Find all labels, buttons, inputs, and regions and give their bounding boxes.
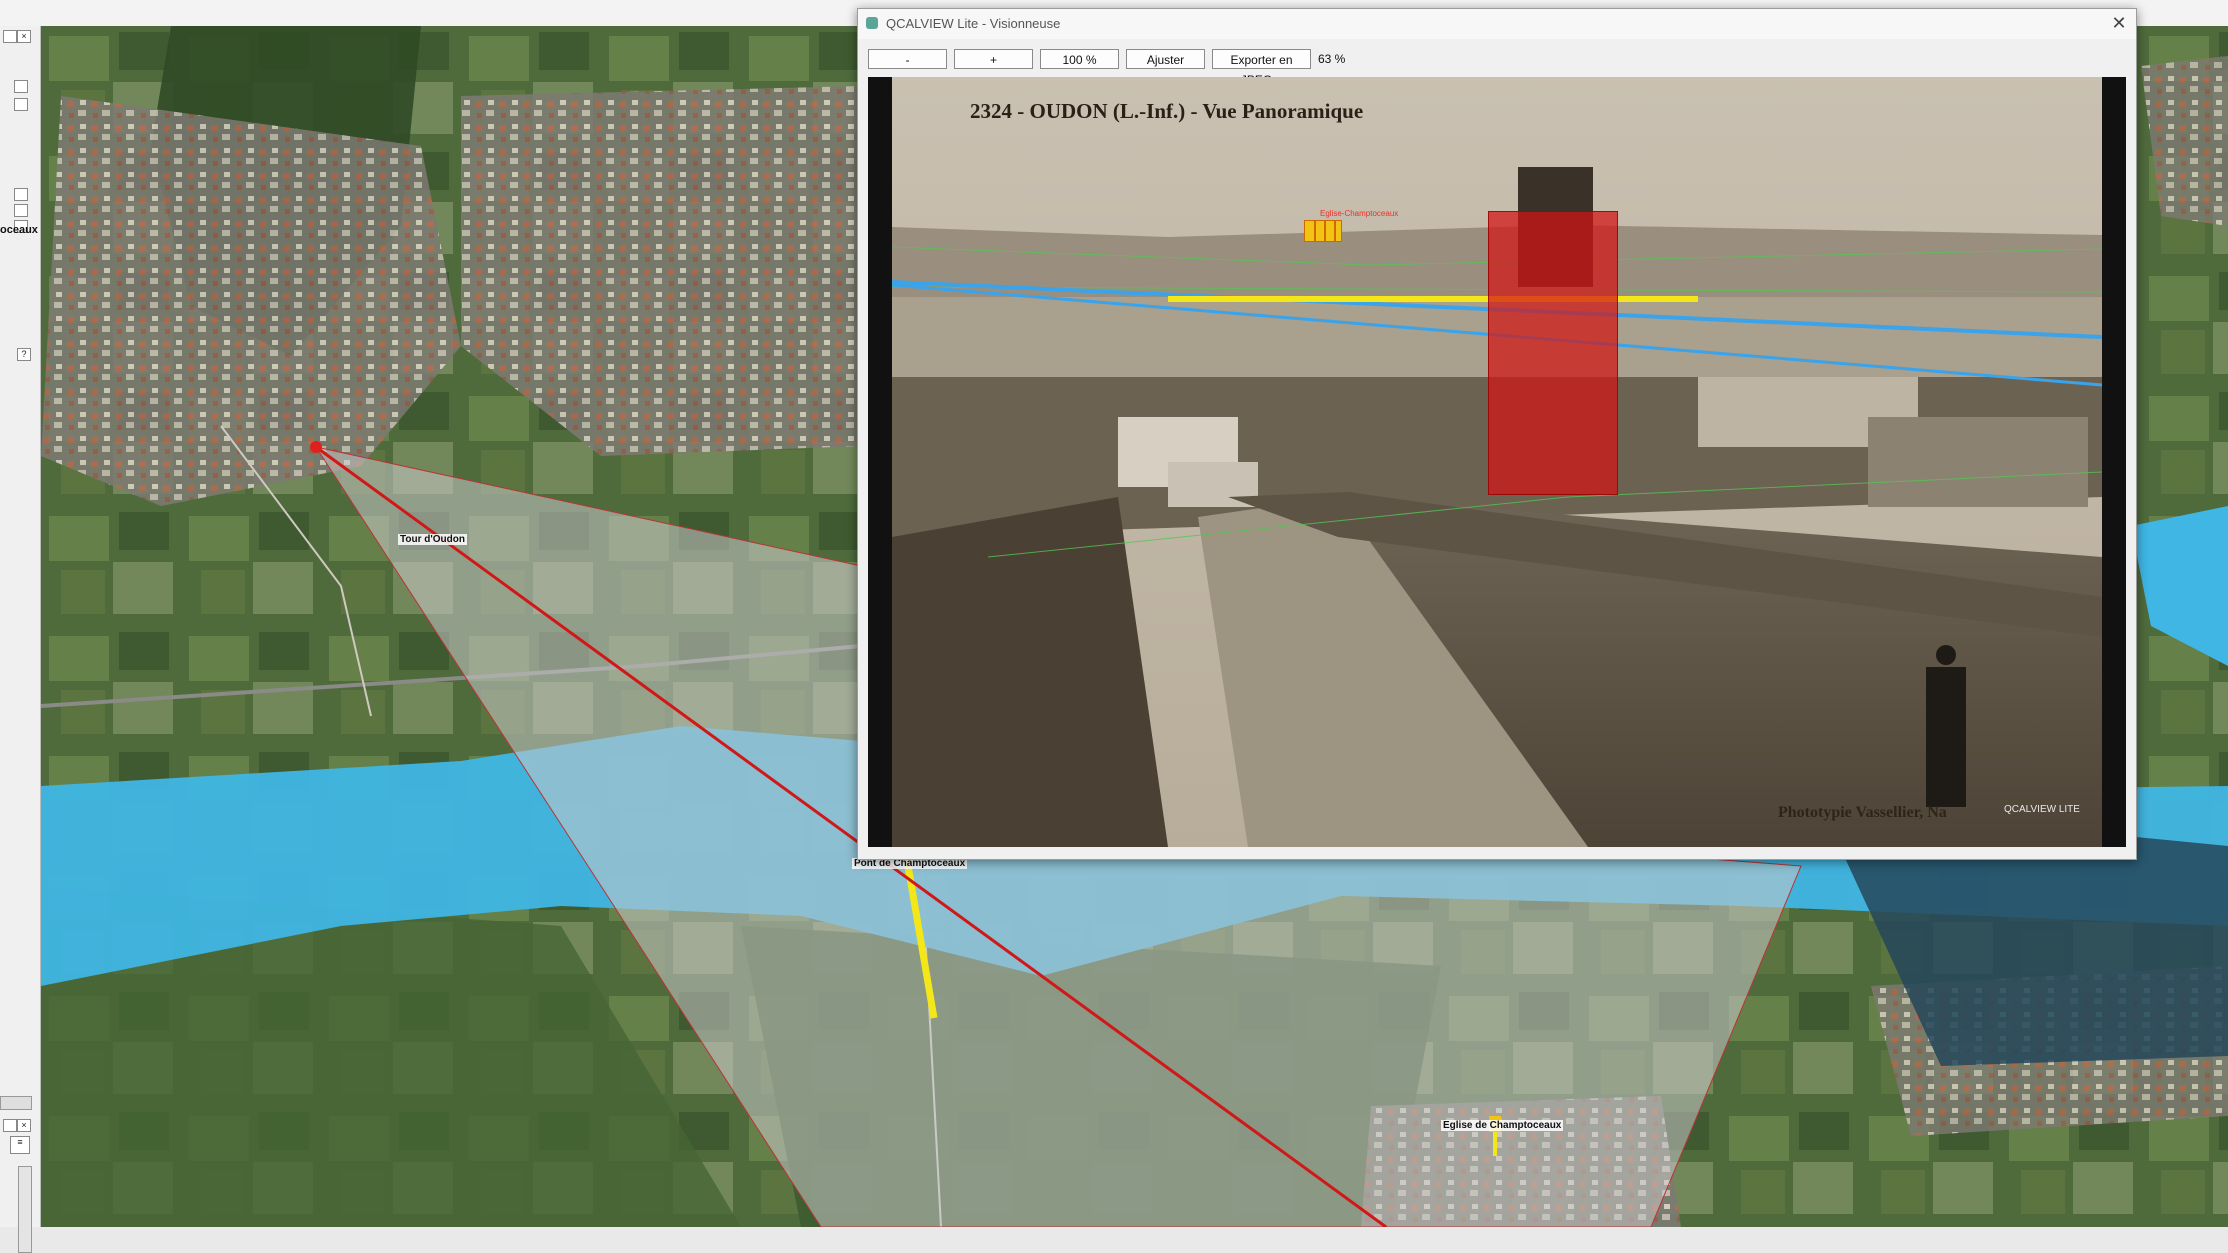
- panel-scrollbar[interactable]: [18, 1166, 32, 1253]
- zoom-in-button[interactable]: +: [954, 49, 1033, 69]
- map-label-eglise: Eglise de Champtoceaux: [1441, 1120, 1564, 1131]
- zoom-out-button[interactable]: -: [868, 49, 947, 69]
- export-jpeg-button[interactable]: Exporter en JPEG...: [1212, 49, 1311, 87]
- church-marker: [1304, 220, 1342, 242]
- layer-icon[interactable]: [14, 98, 28, 111]
- postcard-credit: Phototypie Vassellier, Na: [1778, 804, 1947, 821]
- viewer-title: QCALVIEW Lite - Visionneuse: [886, 16, 1061, 31]
- viewer-titlebar[interactable]: QCALVIEW Lite - Visionneuse ✕: [858, 9, 2136, 39]
- help-icon[interactable]: ?: [17, 348, 31, 361]
- watermark: QCALVIEW LITE: [2004, 804, 2080, 815]
- left-dock-panel: × oceaux ? × ≡: [0, 26, 41, 1253]
- church-label: Eglise-Champtoceaux: [1320, 209, 1399, 218]
- panel-scrollbar[interactable]: [0, 1096, 32, 1110]
- layer-icon[interactable]: [14, 80, 28, 93]
- map-label-tour: Tour d'Oudon: [398, 534, 467, 545]
- zoom-100-button[interactable]: 100 %: [1040, 49, 1119, 69]
- tower-overlay: [1488, 211, 1618, 495]
- zoom-level-readout: 63 %: [1318, 52, 1346, 66]
- close-icon[interactable]: ✕: [2106, 11, 2132, 37]
- photo-canvas[interactable]: 2324 - OUDON (L.-Inf.) - Vue Panoramique…: [868, 77, 2126, 847]
- app-icon: [866, 17, 878, 29]
- fit-button[interactable]: Ajuster: [1126, 49, 1205, 69]
- dock-float-icon[interactable]: [3, 1119, 17, 1132]
- dock-float-icon[interactable]: [3, 30, 17, 43]
- dock-close-icon[interactable]: ×: [17, 30, 31, 43]
- dock-close-icon[interactable]: ×: [17, 1119, 31, 1132]
- viewer-window[interactable]: QCALVIEW Lite - Visionneuse ✕ - + 100 % …: [857, 8, 2137, 860]
- layer-icon[interactable]: [14, 204, 28, 217]
- layer-label: oceaux: [0, 224, 38, 236]
- layer-icon[interactable]: [14, 188, 28, 201]
- menu-icon[interactable]: ≡: [10, 1136, 30, 1154]
- postcard-title: 2324 - OUDON (L.-Inf.) - Vue Panoramique: [970, 99, 1364, 123]
